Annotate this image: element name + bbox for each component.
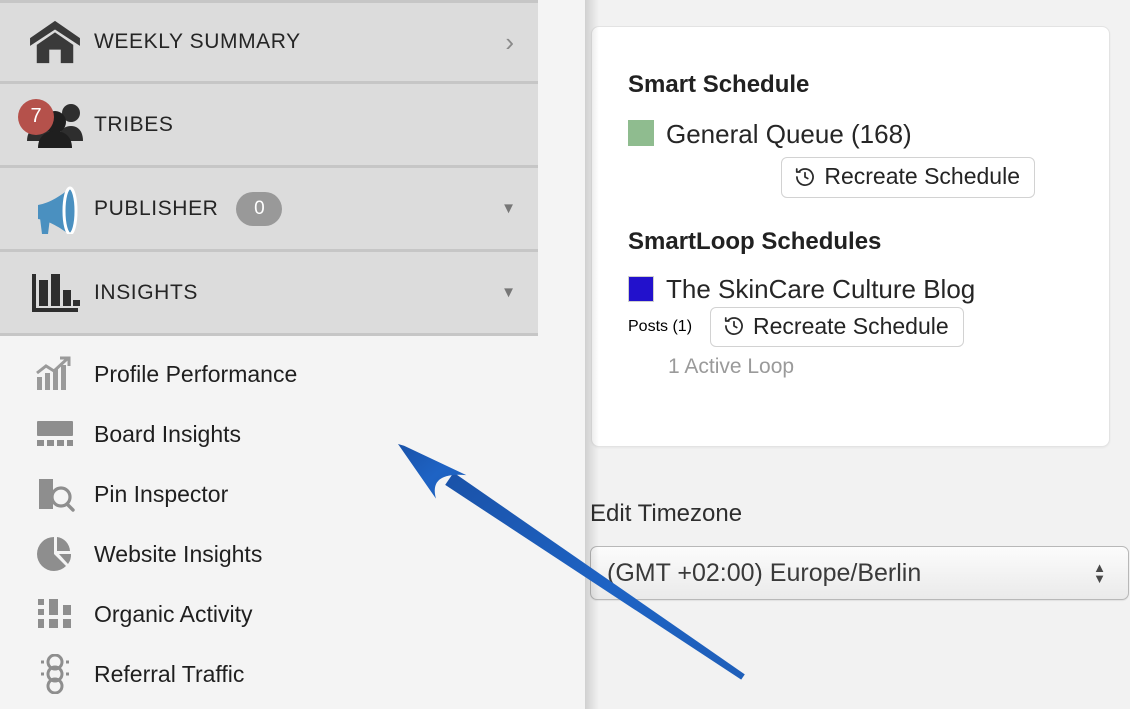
recreate-schedule-label-queue: Recreate Schedule [824,163,1020,190]
general-queue-label: General Queue (168) [666,119,912,149]
home-icon [16,18,94,66]
bar-chart-icon [16,270,94,316]
chevron-right-icon: › [505,27,514,57]
sidebar-item-profile-performance[interactable]: Profile Performance [0,344,538,404]
sidebar-item-label-organic-activity: Organic Activity [94,600,253,627]
history-clock-icon [796,168,815,186]
sidebar-item-website-insights[interactable]: Website Insights [0,524,538,584]
schedule-card: Smart Schedule General Queue (168) Recre… [591,26,1110,447]
left-sidebar: WEEKLY SUMMARY › 7 TRIBES PUBLISHER 0 ▼ … [0,0,599,709]
sidebar-item-organic-activity[interactable]: Organic Activity [0,584,538,644]
pie-chart-icon [16,535,94,573]
cut-off-heading [640,0,646,12]
sidebar-item-label-website-insights: Website Insights [94,540,263,567]
traffic-light-icon [16,654,94,694]
queue-color-swatch [628,120,654,146]
sidebar-item-weekly-summary[interactable]: WEEKLY SUMMARY › [0,0,538,84]
general-queue-row: General Queue (168) [628,117,1073,151]
smartloop-row-line1: The SkinCare Culture Blog [628,274,1073,305]
sidebar-item-insights[interactable]: INSIGHTS ▼ [0,252,538,336]
timezone-selected-value: (GMT +02:00) Europe/Berlin [607,558,922,587]
sidebar-item-label-referral-traffic: Referral Traffic [94,660,245,687]
trend-chart-icon [16,355,94,393]
sidebar-item-referral-traffic[interactable]: Referral Traffic [0,644,538,704]
loop-color-swatch [628,276,654,303]
insights-submenu: Profile Performance Board Insights Pin I… [0,336,585,704]
history-clock-icon [724,317,743,336]
sidebar-item-label-tribes: TRIBES [94,112,174,136]
sidebar-item-label-profile-performance: Profile Performance [94,360,298,387]
board-grid-icon [16,418,94,450]
smartloop-title: SmartLoop Schedules [628,227,882,255]
sidebar-item-label-insights: INSIGHTS [94,280,198,304]
recreate-schedule-label-loop: Recreate Schedule [753,312,949,339]
recreate-schedule-button-queue[interactable]: Recreate Schedule [781,157,1035,198]
stepper-arrows-icon: ▲ ▼ [1093,560,1106,586]
sidebar-item-publisher[interactable]: PUBLISHER 0 ▼ [0,168,538,252]
sidebar-item-label-board-insights: Board Insights [94,420,242,447]
smartloop-row-line2: Posts (1) Recreate Schedule [628,306,1073,347]
smart-schedule-title: Smart Schedule [628,71,810,98]
sidebar-item-tribes[interactable]: 7 TRIBES [0,84,538,168]
active-loop-note: 1 Active Loop [668,354,795,378]
chevron-down-icon: ▼ [501,200,516,217]
chevron-down-icon: ▼ [501,284,516,301]
megaphone-icon [16,184,94,234]
sidebar-item-label-publisher: PUBLISHER [94,196,219,220]
app-screen: Smart Schedule General Queue (168) Recre… [0,0,1130,709]
sidebar-item-label-weekly-summary: WEEKLY SUMMARY [94,30,301,53]
tribes-people-icon: 7 [16,98,94,149]
smartloop-label-line1: The SkinCare Culture Blog [666,273,976,304]
sidebar-item-board-insights[interactable]: Board Insights [0,404,538,464]
smart-schedule-section: Smart Schedule General Queue (168) Recre… [628,71,1073,198]
publisher-count-badge: 0 [236,191,283,226]
tribes-notification-badge: 7 [18,98,54,135]
timezone-label: Edit Timezone [590,500,743,527]
recreate-schedule-button-loop[interactable]: Recreate Schedule [710,306,964,347]
smartloop-section: SmartLoop Schedules The SkinCare Culture… [628,228,1073,379]
blocks-icon [16,596,94,632]
sidebar-item-pin-inspector[interactable]: Pin Inspector [0,464,538,524]
sidebar-item-label-pin-inspector: Pin Inspector [94,480,229,507]
timezone-select[interactable]: (GMT +02:00) Europe/Berlin ▲ ▼ [590,546,1129,600]
smartloop-label-line2: Posts (1) [628,317,693,335]
pin-magnifier-icon [16,475,94,513]
